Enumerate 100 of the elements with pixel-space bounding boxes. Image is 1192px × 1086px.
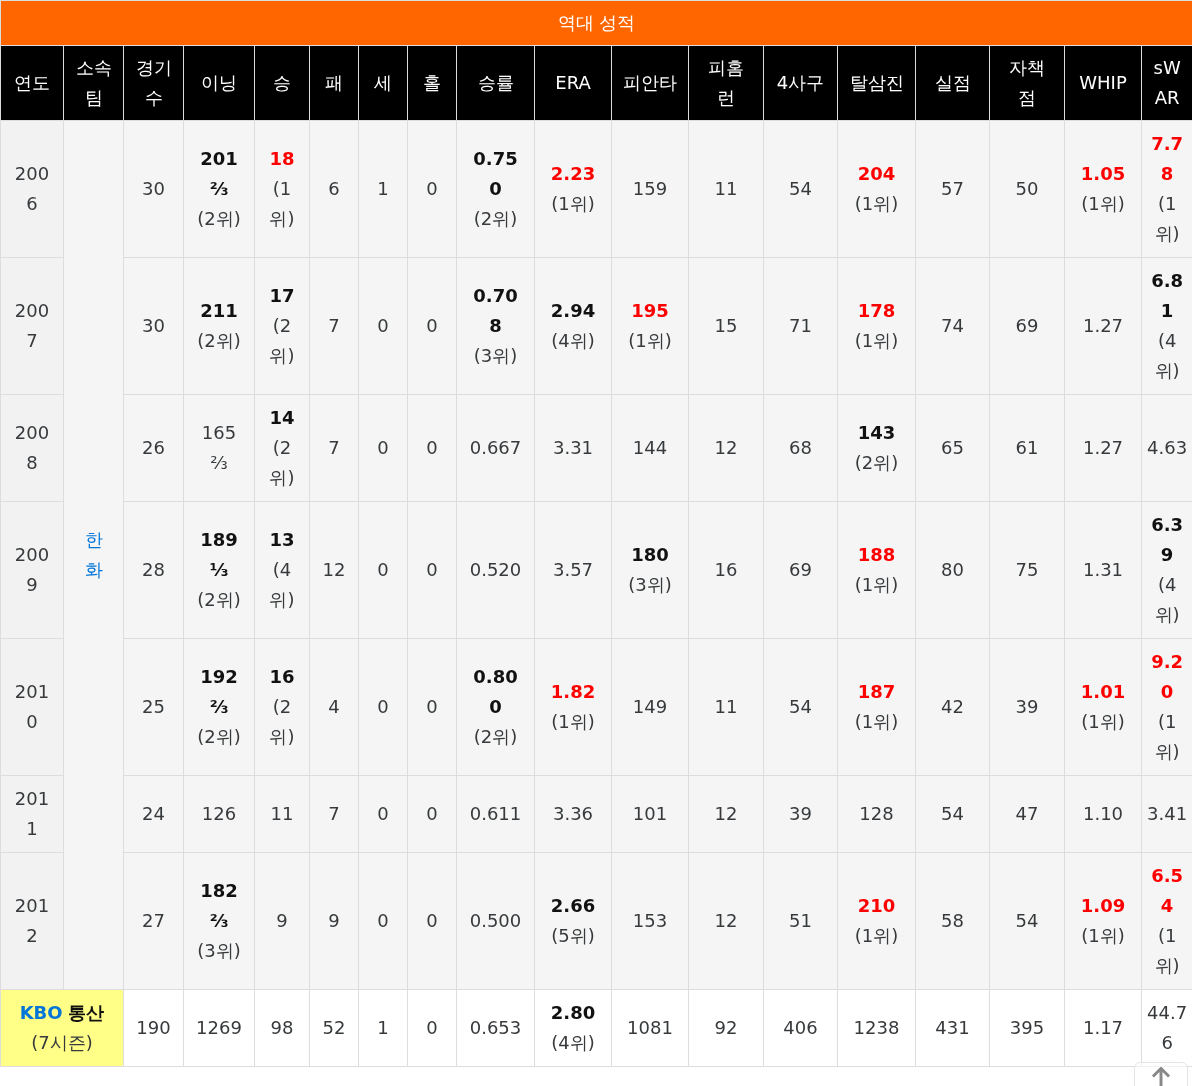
stat-value: 178 [856, 299, 897, 323]
rank-label: (3위) [196, 939, 242, 963]
column-header: 홀 [423, 72, 441, 93]
stat-value: 128 [858, 802, 895, 826]
stat-value: 54 [788, 695, 813, 719]
stat-value: 1238 [852, 1016, 901, 1040]
column-header: 승 [273, 72, 291, 93]
stat-value: 57 [940, 177, 965, 201]
year-label: 2007 [14, 300, 50, 351]
stat-value: 6.54 [1150, 864, 1185, 918]
stat-value: 149 [631, 695, 669, 719]
column-header: 탈삼진 [849, 72, 904, 93]
rank-label: (1위) [1153, 192, 1181, 246]
stat-value: 74 [940, 314, 965, 338]
stat-value: 39 [788, 802, 813, 826]
stat-value: 54 [788, 177, 813, 201]
stat-value: 0 [425, 909, 439, 933]
rank-label: (2위) [268, 314, 296, 368]
league-link[interactable]: KBO [19, 1002, 63, 1023]
stat-value: 201⅔ [199, 147, 239, 201]
stat-value: 6.81 [1150, 269, 1185, 323]
stat-value: 54 [940, 802, 965, 826]
stat-value: 1.05 [1079, 162, 1127, 186]
stat-value: 92 [713, 1016, 739, 1040]
stat-value: 12 [713, 802, 739, 826]
year-label: 2010 [14, 681, 50, 732]
stat-value: 0.800 [472, 665, 519, 719]
stat-value: 0.708 [472, 284, 519, 338]
stat-value: 42 [940, 695, 965, 719]
stat-value: 69 [788, 558, 813, 582]
stat-value: 80 [940, 558, 965, 582]
rank-label: (1위) [268, 177, 296, 231]
stat-value: 0 [425, 177, 439, 201]
stat-value: 7.78 [1150, 132, 1185, 186]
rank-label: (2위) [196, 588, 242, 612]
column-header: 승률 [477, 72, 514, 93]
stat-value: 51 [788, 909, 813, 933]
column-header: 피홈런 [708, 57, 744, 108]
stat-value: 1.01 [1079, 680, 1127, 704]
stat-value: 189⅓ [199, 528, 239, 582]
stat-value: 6.39 [1150, 513, 1185, 567]
stat-value: 4 [327, 695, 341, 719]
rank-label: (4위) [550, 329, 596, 353]
rank-label: (1위) [853, 710, 900, 734]
stat-value: 0.750 [472, 147, 519, 201]
stat-value: 159 [631, 177, 669, 201]
stat-value: 0 [376, 558, 390, 582]
stat-value: 30 [141, 177, 166, 201]
stat-value: 192⅔ [199, 665, 239, 719]
stat-value: 25 [141, 695, 166, 719]
stat-value: 27 [141, 909, 166, 933]
stat-value: 26 [141, 436, 166, 460]
rank-label: (4위) [1153, 329, 1181, 383]
column-header: 소속팀 [75, 57, 112, 108]
stat-value: 69 [1014, 314, 1040, 338]
stat-value: 98 [269, 1016, 295, 1040]
rank-label: (3위) [472, 344, 519, 368]
stat-value: 190 [135, 1016, 172, 1040]
stat-value: 406 [782, 1016, 819, 1040]
stat-value: 16 [268, 665, 296, 689]
stat-value: 204 [856, 162, 897, 186]
stat-value: 4.63 [1147, 436, 1188, 460]
stat-value: 180 [630, 543, 670, 567]
stat-value: 47 [1014, 802, 1040, 826]
stat-value: 7 [327, 802, 341, 826]
stat-value: 15 [713, 314, 739, 338]
stat-value: 39 [1014, 695, 1040, 719]
stat-value: 11 [713, 695, 739, 719]
rank-label: (2위) [853, 451, 900, 475]
rank-label: (1위) [1080, 192, 1126, 216]
stat-value: 30 [141, 314, 166, 338]
rank-label: (4위) [550, 1031, 596, 1055]
stat-value: 1 [376, 1016, 390, 1040]
stat-value: 50 [1014, 177, 1040, 201]
rank-label: (1위) [1153, 710, 1181, 764]
column-header: sWAR [1153, 57, 1181, 108]
stat-value: 7 [327, 436, 341, 460]
stat-value: 0 [425, 436, 439, 460]
stat-value: 54 [1014, 909, 1040, 933]
rank-label: (4위) [268, 558, 296, 612]
stat-value: 0 [376, 695, 390, 719]
stat-value: 165⅔ [200, 421, 238, 475]
year-label: 2008 [14, 422, 50, 473]
rank-label: (4위) [1153, 573, 1181, 627]
stat-value: 0 [425, 314, 439, 338]
stat-value: 2.94 [549, 299, 597, 323]
stat-value: 11 [269, 802, 295, 826]
stat-value: 9 [327, 909, 341, 933]
rank-label: (3위) [627, 573, 673, 597]
column-header: 패 [325, 72, 343, 93]
rank-label: (2위) [196, 725, 242, 749]
stat-value: 0 [376, 802, 390, 826]
stat-value: 0.611 [468, 802, 523, 826]
stat-value: 0 [376, 909, 390, 933]
column-header: 세 [374, 72, 392, 93]
stat-value: 9.20 [1150, 650, 1185, 704]
team-link[interactable]: 한화 [84, 525, 103, 585]
stat-value: 12 [321, 558, 347, 582]
stat-value: 1081 [626, 1016, 674, 1040]
stat-value: 52 [321, 1016, 347, 1040]
